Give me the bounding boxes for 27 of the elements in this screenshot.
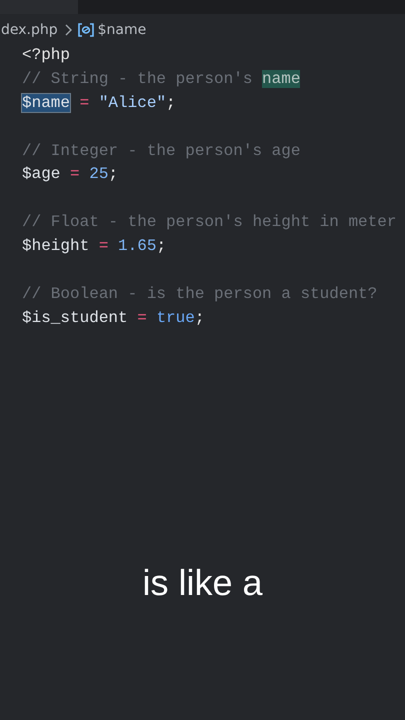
selected-variable-name: $name (22, 94, 70, 112)
operator: = (78, 94, 90, 112)
keyword: true (156, 308, 195, 327)
variable-name: $is_student (22, 308, 128, 327)
operator: = (69, 165, 81, 184)
subtitle-caption: is like a (142, 562, 263, 604)
operator: = (98, 237, 110, 256)
variable-name: $height (22, 237, 90, 256)
code-comment: // Integer - the person's age (22, 142, 300, 160)
variable-icon (78, 23, 94, 37)
punctuation: ; (166, 94, 176, 112)
variable-name: $age (22, 165, 60, 184)
operator: = (136, 308, 148, 327)
number-literal: 1.65 (118, 237, 156, 256)
breadcrumb-file[interactable]: dex.php (1, 22, 58, 38)
punctuation: ; (156, 237, 166, 256)
php-tag: <?php (22, 46, 70, 64)
string-literal: "Alice" (98, 94, 166, 112)
chevron-icon (64, 24, 72, 36)
breadcrumb-symbol[interactable]: $name (98, 22, 146, 38)
number-literal: 25 (89, 165, 108, 184)
punctuation: ; (194, 308, 204, 327)
punctuation: ; (108, 165, 118, 184)
highlighted-code-comment: name (262, 70, 300, 88)
code-comment: // String - the person's (22, 70, 254, 88)
code-comment: // Boolean - is the person a student? (22, 284, 378, 303)
code-comment: // Float - the person's height in meter (22, 213, 396, 232)
